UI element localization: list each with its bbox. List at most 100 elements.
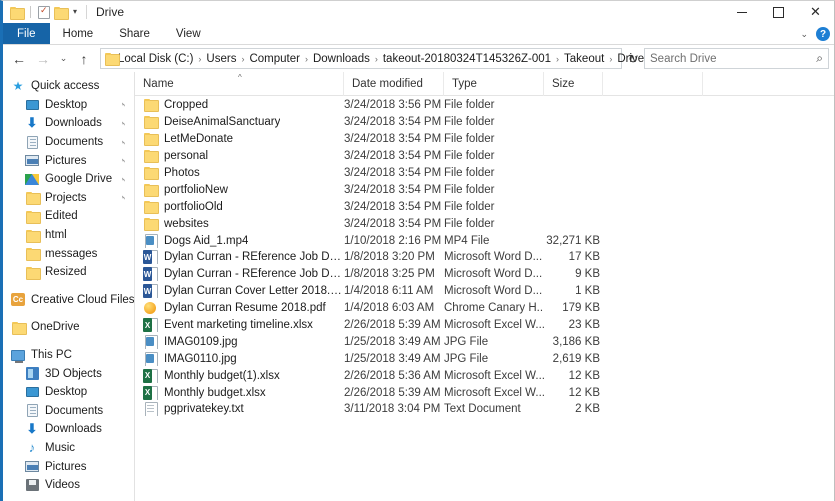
pin-icon[interactable]: ⌁ (119, 193, 128, 203)
table-row[interactable]: DeiseAnimalSanctuary 3/24/2018 3:54 PM Fil… (135, 114, 834, 131)
close-button[interactable]: ✕ (797, 1, 834, 23)
customize-toolbar-caret-icon[interactable]: ▾ (73, 8, 77, 16)
table-row[interactable]: IMAG0110.jpg 1/25/2018 3:49 AM JPG File 2,6… (135, 350, 834, 367)
column-header-size[interactable]: Size (544, 71, 603, 96)
file-name-label: Monthly budget.xlsx (164, 386, 266, 399)
file-name-cell: Dylan Curran Resume 2018.pdf (135, 301, 344, 315)
file-name-cell: DeiseAnimalSanctuary (135, 115, 344, 130)
table-row[interactable]: personal 3/24/2018 3:54 PM File folder (135, 148, 834, 165)
pin-icon[interactable]: ⌁ (119, 174, 128, 184)
table-row[interactable]: pgprivatekey.txt 3/11/2018 3:04 PM Text Do… (135, 401, 834, 418)
tab-share[interactable]: Share (106, 23, 163, 44)
maximize-button[interactable] (760, 1, 797, 23)
table-row[interactable]: Dylan Curran - REference Job Dublin 201.… (135, 266, 834, 283)
sidebar-item-label: Downloads (45, 423, 102, 436)
sidebar-item-resized[interactable]: Resized (3, 263, 134, 282)
address-bar: ← → ⌄ ↑ « Local Disk (C:) › Users › Comp… (3, 45, 834, 72)
breadcrumb-item-users[interactable]: Users (204, 53, 238, 65)
help-icon[interactable]: ? (816, 27, 830, 41)
folder-icon (10, 319, 27, 335)
sidebar-item-documents[interactable]: Documents ⌁ (3, 133, 134, 152)
sidebar-item-pictures[interactable]: Pictures (3, 457, 134, 476)
sidebar-item-label: messages (45, 247, 98, 260)
breadcrumb-item-downloads[interactable]: Downloads (311, 53, 372, 65)
sidebar-item-html[interactable]: html (3, 226, 134, 245)
recent-locations-icon[interactable]: ⌄ (56, 48, 71, 70)
breadcrumb-item-local-disk[interactable]: Local Disk (C:) (116, 53, 195, 65)
breadcrumb-item-computer[interactable]: Computer (247, 53, 302, 65)
table-row[interactable]: websites 3/24/2018 3:54 PM File folder (135, 215, 834, 232)
sidebar-item-onedrive[interactable]: OneDrive (3, 318, 134, 337)
sidebar-item-label: Desktop (45, 386, 88, 399)
table-row[interactable]: Cropped 3/24/2018 3:56 PM File folder (135, 97, 834, 114)
table-row[interactable]: Dylan Curran Resume 2018.pdf 1/4/2018 6:0… (135, 300, 834, 317)
table-row[interactable]: portfolioOld 3/24/2018 3:54 PM File folder (135, 198, 834, 215)
table-row[interactable]: Dylan Curran Cover Letter 2018.docx1/4/2… (135, 283, 834, 300)
table-row[interactable]: Monthly budget(1).xlsx 2/26/2018 5:36 AMM… (135, 367, 834, 384)
tab-file[interactable]: File (3, 23, 50, 44)
folder-icon (143, 183, 159, 197)
sidebar-item-desktop[interactable]: Desktop (3, 383, 134, 402)
sidebar-item-label: Documents (45, 136, 104, 149)
sidebar-item-pictures[interactable]: Pictures ⌁ (3, 151, 134, 170)
star-icon: ★ (12, 79, 24, 94)
refresh-icon[interactable]: ↻ (628, 52, 638, 66)
forward-button[interactable]: → (32, 48, 54, 70)
ribbon-tab-bar: File Home Share View ⌄ ? (3, 23, 834, 45)
column-header-date-modified[interactable]: Date modified (344, 71, 444, 96)
sidebar-item-music[interactable]: ♪ Music (3, 439, 134, 458)
column-header-type[interactable]: Type (444, 71, 544, 96)
up-button[interactable]: ↑ (73, 48, 95, 70)
folder-icon[interactable] (10, 6, 25, 20)
table-row[interactable]: Monthly budget.xlsx 2/26/2018 5:39 AMMicr… (135, 384, 834, 401)
table-row[interactable]: IMAG0109.jpg 1/25/2018 3:49 AM JPG File 3,1… (135, 333, 834, 350)
sidebar-item-google-drive[interactable]: Google Drive ⌁ (3, 170, 134, 189)
sidebar-item-this-pc[interactable]: This PC (3, 346, 134, 365)
sidebar-item-3d-objects[interactable]: 3D Objects (3, 364, 134, 383)
sidebar-item-label: Desktop (45, 98, 88, 111)
sidebar-item-desktop[interactable]: Desktop ⌁ (3, 96, 134, 115)
sidebar-item-label: Resized (45, 266, 87, 279)
sidebar-item-creative-cloud-files[interactable]: Cc Creative Cloud Files (3, 291, 134, 310)
ribbon-actions: ⌄ ? (800, 23, 830, 45)
sidebar-item-edited[interactable]: Edited (3, 207, 134, 226)
sidebar-item-downloads[interactable]: ⬇ Downloads (3, 420, 134, 439)
table-row[interactable]: Dogs Aid_1.mp4 1/10/2018 2:16 PM MP4 File 3… (135, 232, 834, 249)
back-button[interactable]: ← (8, 48, 30, 70)
tab-home[interactable]: Home (50, 23, 107, 44)
table-row[interactable]: Event marketing timeline.xlsx 2/26/2018 5… (135, 317, 834, 334)
table-row[interactable]: Dylan Curran - REference Job Dublin 201.… (135, 249, 834, 266)
tab-view[interactable]: View (163, 23, 214, 44)
sidebar-item-label: Downloads (45, 117, 102, 130)
pin-icon[interactable]: ⌁ (119, 137, 128, 147)
column-header-name[interactable]: Name ^ (135, 71, 344, 96)
file-type-cell: Text Document (444, 403, 521, 416)
breadcrumb-item-takeout[interactable]: Takeout (562, 53, 606, 65)
table-row[interactable]: LetMeDonate 3/24/2018 3:54 PM File folder (135, 131, 834, 148)
sidebar-item-downloads[interactable]: ⬇ Downloads ⌁ (3, 114, 134, 133)
breadcrumb-separator: › (198, 53, 202, 64)
new-folder-icon[interactable] (54, 6, 69, 20)
breadcrumb[interactable]: « Local Disk (C:) › Users › Computer › D… (100, 48, 656, 69)
sidebar-item-projects[interactable]: Projects ⌁ (3, 189, 134, 208)
file-name-cell: IMAG0109.jpg (135, 334, 344, 349)
desktop-icon (24, 97, 40, 113)
pin-icon[interactable]: ⌁ (119, 156, 128, 166)
pin-icon[interactable]: ⌁ (119, 118, 128, 128)
breadcrumb-item-takeout-archive[interactable]: takeout-20180324T145326Z-001 (381, 53, 553, 65)
sidebar-item-quick-access[interactable]: ★ Quick access (3, 77, 134, 96)
minimize-button[interactable] (723, 1, 760, 23)
search-icon[interactable]: ⌕ (816, 51, 823, 66)
sidebar-item-documents[interactable]: Documents (3, 402, 134, 421)
table-row[interactable]: Photos 3/24/2018 3:54 PM File folder (135, 165, 834, 182)
sidebar-item-messages[interactable]: messages (3, 244, 134, 263)
navigation-pane[interactable]: ★ Quick access Desktop ⌁ ⬇ Downloads ⌁ Document… (3, 72, 135, 501)
chevron-down-icon[interactable]: ⌄ (800, 29, 808, 40)
table-row[interactable]: portfolioNew 3/24/2018 3:54 PM File folder (135, 181, 834, 198)
folder-icon (143, 149, 159, 164)
search-input[interactable]: Search Drive ⌕ (644, 48, 829, 69)
sidebar-item-videos[interactable]: Videos (3, 476, 134, 495)
properties-icon[interactable] (38, 4, 50, 19)
file-size-cell: 23 KB (568, 319, 600, 332)
pin-icon[interactable]: ⌁ (119, 100, 128, 110)
